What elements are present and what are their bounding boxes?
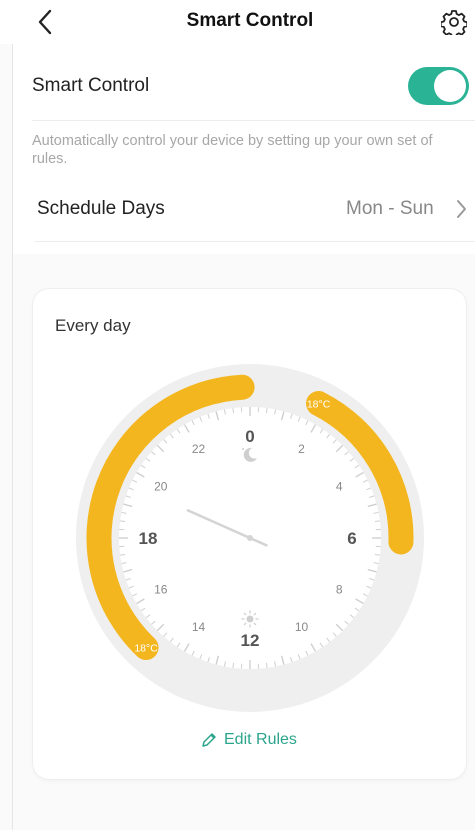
gear-icon bbox=[441, 10, 467, 35]
clock-minor-label: 8 bbox=[336, 583, 343, 597]
schedule-days-label: Schedule Days bbox=[37, 198, 165, 219]
pencil-icon bbox=[202, 733, 216, 747]
clock-tick bbox=[374, 553, 380, 556]
clock-center bbox=[247, 535, 253, 541]
settings-button[interactable] bbox=[438, 6, 470, 38]
rule-temp-label: 18°C bbox=[134, 643, 158, 655]
toggle-knob bbox=[434, 70, 466, 102]
edit-rules-label: Edit Rules bbox=[224, 731, 297, 748]
page-title: Smart Control bbox=[186, 10, 314, 31]
clock-major-label: 0 bbox=[245, 427, 254, 446]
clock-minor-label: 22 bbox=[192, 442, 206, 456]
chevron-right-icon bbox=[457, 200, 466, 218]
sun-icon bbox=[241, 610, 259, 628]
edit-rules-button[interactable]: Edit Rules bbox=[200, 728, 297, 752]
clock-major-label: 6 bbox=[347, 529, 356, 548]
schedule-days-value: Mon - Sun bbox=[346, 198, 434, 219]
smart-control-toggle[interactable] bbox=[408, 67, 469, 105]
clock-card-title: Every day bbox=[55, 316, 131, 335]
clock-major-label: 18 bbox=[139, 529, 158, 548]
smart-control-description: Automatically control your device by set… bbox=[32, 133, 433, 167]
clock-minor-label: 2 bbox=[298, 442, 305, 456]
clock-minor-label: 14 bbox=[192, 620, 206, 634]
schedule-clock[interactable]: 0612182481014162022 18°C18°C bbox=[60, 345, 440, 725]
header-bar: Smart Control bbox=[0, 0, 475, 44]
clock-minor-label: 4 bbox=[336, 480, 343, 494]
clock-minor-label: 16 bbox=[154, 583, 168, 597]
clock-minor-label: 20 bbox=[154, 480, 168, 494]
smart-control-label: Smart Control bbox=[32, 75, 150, 96]
clock-tick bbox=[265, 408, 268, 414]
clock-tick bbox=[374, 520, 380, 523]
clock-major-label: 12 bbox=[241, 631, 260, 650]
rule-temp-label: 18°C bbox=[307, 398, 331, 410]
clock-tick bbox=[232, 408, 235, 414]
divider bbox=[35, 241, 475, 242]
clock-tick bbox=[120, 520, 126, 523]
divider bbox=[32, 120, 475, 121]
clock-minor-label: 10 bbox=[295, 620, 309, 634]
clock-tick bbox=[265, 662, 268, 668]
smart-control-screen: Smart Control Smart Control Automaticall… bbox=[0, 0, 475, 830]
clock-tick bbox=[120, 553, 126, 556]
clock-tick bbox=[232, 662, 235, 668]
